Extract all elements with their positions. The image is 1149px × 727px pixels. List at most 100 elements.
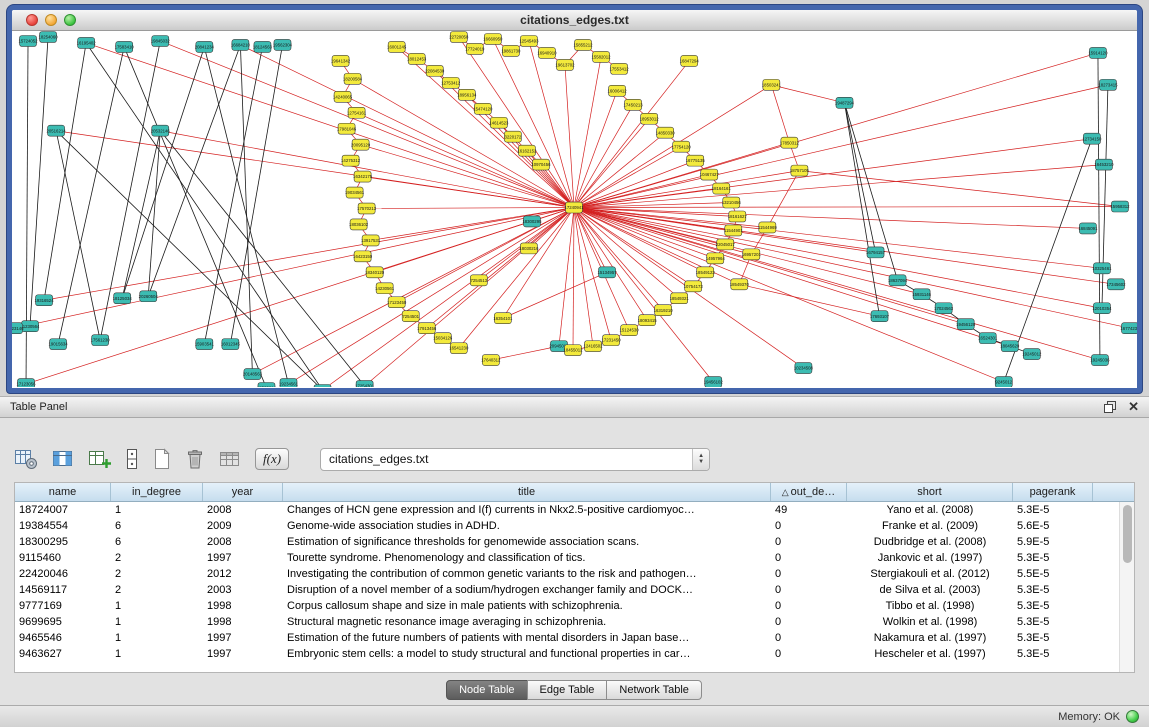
graph-node[interactable]: 17123450 xyxy=(387,297,407,308)
graph-node[interactable]: 15124530 xyxy=(620,325,640,336)
graph-node[interactable]: 14850330 xyxy=(656,127,676,138)
graph-node[interactable]: 16453210 xyxy=(1094,159,1114,170)
graph-node[interactable]: 22045017 xyxy=(716,239,736,250)
close-panel-icon[interactable]: ✕ xyxy=(1128,401,1139,413)
graph-edge[interactable] xyxy=(252,208,574,375)
graph-node[interactable]: 12753412 xyxy=(441,77,461,88)
graph-edge[interactable] xyxy=(427,208,574,329)
graph-node[interactable]: 18045620 xyxy=(1000,341,1020,352)
graph-node[interactable]: 17345602 xyxy=(1106,279,1126,290)
graph-node[interactable]: 14275312 xyxy=(341,155,361,166)
graph-edge[interactable] xyxy=(122,47,204,298)
graph-edge[interactable] xyxy=(160,131,364,386)
graph-edge[interactable] xyxy=(204,47,288,384)
column-header-out-degree[interactable]: △out_de… xyxy=(771,483,847,501)
graph-node[interactable]: 19845032 xyxy=(151,35,171,46)
table-row[interactable]: 2242004622012Investigating the contribut… xyxy=(15,566,1134,582)
graph-edge[interactable] xyxy=(56,131,100,340)
graph-edge[interactable] xyxy=(503,272,607,318)
graph-edge[interactable] xyxy=(574,208,1088,229)
graph-node[interactable]: 18125034 xyxy=(113,293,133,304)
table-row[interactable]: 1830029562008Estimation of significance … xyxy=(15,534,1134,550)
graph-node[interactable]: 16195402 xyxy=(77,37,97,48)
graph-node[interactable]: 16423150 xyxy=(353,251,373,262)
graph-node[interactable]: 18549321 xyxy=(670,293,690,304)
graph-node[interactable]: 18093415 xyxy=(638,315,658,326)
graph-node[interactable]: 19613702 xyxy=(555,59,575,70)
graph-edge[interactable] xyxy=(44,208,574,301)
graph-node[interactable]: 15034126 xyxy=(433,333,453,344)
graph-edge[interactable] xyxy=(574,208,1004,383)
graph-node[interactable]: 18161627 xyxy=(728,211,748,222)
graph-node[interactable]: 19456102 xyxy=(704,377,724,387)
graph-node[interactable]: 18563214 xyxy=(257,383,277,387)
graph-edge[interactable] xyxy=(574,207,1120,208)
graph-node[interactable]: 16001245 xyxy=(387,41,407,52)
graph-node[interactable]: 11544969 xyxy=(758,222,777,233)
graph-node[interactable]: 17231450 xyxy=(602,335,622,346)
graph-node[interactable]: 7254513 xyxy=(470,275,487,286)
graph-node[interactable]: 16794157 xyxy=(866,247,886,258)
graph-node[interactable]: 16541230 xyxy=(449,343,469,354)
graph-node[interactable]: 18300295 xyxy=(522,216,542,227)
graph-edge[interactable] xyxy=(565,65,574,208)
column-header-title[interactable]: title xyxy=(283,483,771,501)
graph-node[interactable]: 18164161 xyxy=(712,183,732,194)
graph-edge[interactable] xyxy=(574,208,713,383)
graph-node[interactable]: 14240065 xyxy=(333,91,353,102)
new-table-icon[interactable] xyxy=(152,448,172,470)
graph-node[interactable]: 15914120 xyxy=(1088,47,1108,58)
graph-edge[interactable] xyxy=(574,119,649,208)
graph-node[interactable]: 18455012 xyxy=(563,345,583,356)
graph-node[interactable]: 15931146 xyxy=(912,289,931,300)
graph-node[interactable]: 15958312 xyxy=(1110,201,1130,212)
tab-node-table[interactable]: Node Table xyxy=(446,680,527,700)
graph-node[interactable]: 12754161 xyxy=(347,107,367,118)
graph-node[interactable]: 17240941 xyxy=(564,202,584,213)
graph-edge[interactable] xyxy=(230,45,282,344)
graph-edge[interactable] xyxy=(288,208,574,385)
graph-node[interactable]: 18549123 xyxy=(696,267,716,278)
graph-node[interactable]: 19034561 xyxy=(345,187,365,198)
graph-edge[interactable] xyxy=(574,171,799,208)
graph-node[interactable]: 10467427 xyxy=(700,169,720,180)
graph-node[interactable]: 17724019 xyxy=(465,43,485,54)
graph-edge[interactable] xyxy=(574,208,1100,361)
graph-node[interactable]: 19234561 xyxy=(279,379,299,387)
graph-node[interactable]: 10325461 xyxy=(1092,263,1112,274)
graph-node[interactable]: 19861730 xyxy=(501,45,521,56)
graph-node[interactable]: 16342175 xyxy=(353,171,373,182)
graph-edge[interactable] xyxy=(771,85,789,143)
graph-node[interactable]: 17561230 xyxy=(91,335,111,346)
graph-node[interactable]: 20260504 xyxy=(139,291,159,302)
graph-node[interactable]: 20841234 xyxy=(195,41,215,52)
graph-node[interactable]: 18956134 xyxy=(457,89,477,100)
tab-edge-table[interactable]: Edge Table xyxy=(527,680,608,700)
graph-node[interactable]: 18340120 xyxy=(365,267,385,278)
graph-node[interactable]: 22720058 xyxy=(449,31,469,42)
network-canvas[interactable]: 1572405218254060161954021758341019845032… xyxy=(12,31,1137,387)
tab-network-table[interactable]: Network Table xyxy=(606,680,702,700)
graph-edge[interactable] xyxy=(160,41,574,208)
network-graph[interactable]: 1572405218254060161954021758341019845032… xyxy=(12,31,1137,387)
row-icon[interactable] xyxy=(125,448,139,470)
table-row[interactable]: 1938455462009Genome-wide association stu… xyxy=(15,518,1134,534)
graph-edge[interactable] xyxy=(771,85,844,103)
graph-node[interactable]: 3220172 xyxy=(504,131,521,142)
graph-edge[interactable] xyxy=(767,171,799,228)
table-scrollbar[interactable] xyxy=(1119,502,1134,672)
graph-node[interactable]: 16684210 xyxy=(231,39,251,50)
graph-node[interactable]: 16524301 xyxy=(978,333,998,344)
graph-edge[interactable] xyxy=(574,208,1102,309)
graph-node[interactable]: 18503241 xyxy=(762,79,782,90)
graph-edge[interactable] xyxy=(367,208,574,209)
graph-edge[interactable] xyxy=(574,208,1116,285)
graph-node[interactable]: 19487294 xyxy=(835,97,855,108)
graph-edge[interactable] xyxy=(844,103,879,316)
graph-node[interactable]: 17981046 xyxy=(337,123,357,134)
graph-node[interactable]: 16319210 xyxy=(654,305,674,316)
graph-node[interactable]: 16774230 xyxy=(1120,323,1137,334)
graph-node[interactable]: 16162152 xyxy=(517,145,537,156)
graph-node[interactable]: 11544901 xyxy=(724,225,743,236)
column-header-name[interactable]: name xyxy=(15,483,111,501)
